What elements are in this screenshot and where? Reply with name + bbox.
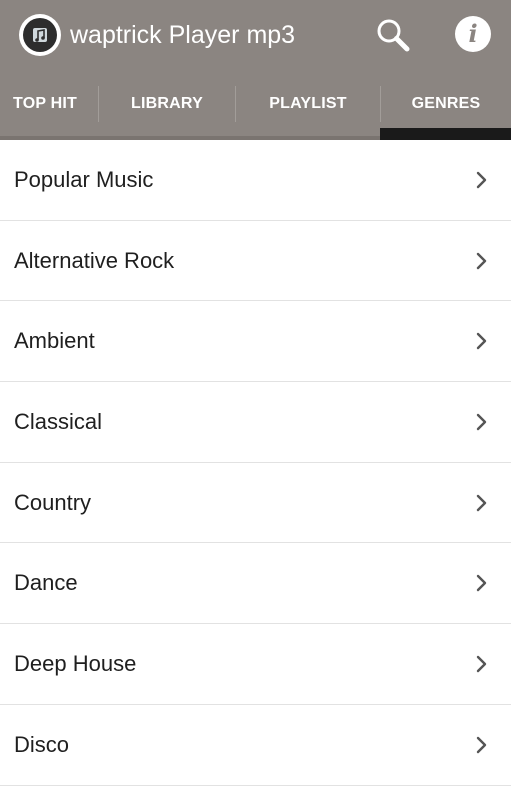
tab-label: PLAYLIST bbox=[269, 95, 347, 112]
tab-label: LIBRARY bbox=[131, 95, 203, 112]
app-title: waptrick Player mp3 bbox=[70, 21, 296, 49]
tab-playlist[interactable]: PLAYLIST bbox=[236, 72, 380, 136]
tab-bar: TOP HIT LIBRARY PLAYLIST GENRES bbox=[0, 72, 511, 140]
app-logo bbox=[19, 14, 61, 56]
list-item[interactable]: Country bbox=[0, 463, 511, 544]
tab-top-hit[interactable]: TOP HIT bbox=[0, 72, 100, 136]
chevron-right-icon bbox=[476, 575, 487, 592]
genre-label: Alternative Rock bbox=[14, 247, 175, 273]
tab-library[interactable]: LIBRARY bbox=[99, 72, 235, 136]
info-icon: i bbox=[468, 19, 478, 48]
list-item[interactable]: Alternative Rock bbox=[0, 221, 511, 302]
genre-label: Deep House bbox=[14, 650, 137, 676]
chevron-right-icon bbox=[476, 494, 487, 511]
chevron-right-icon bbox=[476, 736, 487, 753]
tab-label: TOP HIT bbox=[13, 95, 77, 112]
genre-label: Disco bbox=[14, 731, 70, 757]
tab-genres[interactable]: GENRES bbox=[381, 72, 511, 136]
list-item[interactable]: Disco bbox=[0, 705, 511, 786]
chevron-right-icon bbox=[476, 252, 487, 269]
search-icon bbox=[377, 19, 410, 52]
genre-label: Dance bbox=[14, 570, 78, 596]
music-note-icon bbox=[23, 18, 57, 52]
list-item[interactable]: Popular Music bbox=[0, 140, 511, 221]
search-button[interactable] bbox=[374, 16, 412, 54]
chevron-right-icon bbox=[476, 171, 487, 189]
tab-label: GENRES bbox=[411, 95, 481, 112]
active-tab-indicator bbox=[380, 128, 511, 140]
list-item[interactable]: Deep House bbox=[0, 624, 511, 705]
chevron-right-icon bbox=[476, 333, 487, 350]
genre-list: Popular Music Alternative Rock Ambient C… bbox=[0, 140, 511, 786]
list-item[interactable]: Ambient bbox=[0, 301, 511, 383]
chevron-right-icon bbox=[476, 413, 487, 431]
list-item[interactable]: Classical bbox=[0, 382, 511, 463]
info-button[interactable]: i bbox=[455, 16, 491, 52]
app-header: waptrick Player mp3 i bbox=[0, 0, 511, 72]
genre-label: Ambient bbox=[14, 328, 95, 354]
genre-label: Country bbox=[14, 489, 92, 515]
genre-label: Popular Music bbox=[14, 166, 154, 192]
list-item[interactable]: Dance bbox=[0, 543, 511, 625]
genre-label: Classical bbox=[14, 408, 103, 434]
chevron-right-icon bbox=[476, 655, 487, 673]
